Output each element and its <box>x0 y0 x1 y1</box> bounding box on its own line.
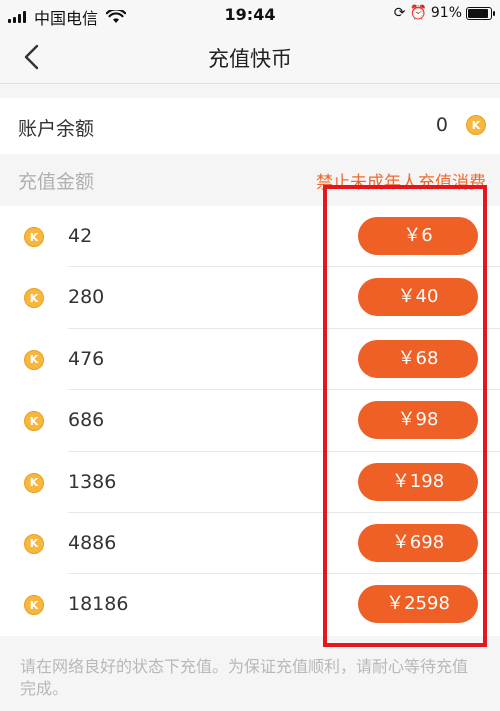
coin-icon: K <box>24 411 44 432</box>
page-title: 充值快币 <box>208 47 292 71</box>
balance-value: 0 <box>435 114 448 136</box>
coin-amount: 42 <box>68 225 93 247</box>
price-button[interactable]: ￥98 <box>358 401 478 440</box>
package-item: K 4886 ￥698 <box>0 513 500 575</box>
coin-icon: K <box>24 595 44 616</box>
nav-bar: 充值快币 <box>0 30 500 84</box>
package-item: K 42 ￥6 <box>0 206 500 268</box>
package-item: K 18186 ￥2598 <box>0 574 500 635</box>
package-item: K 1386 ￥198 <box>0 452 500 513</box>
alarm-icon: ⏰ <box>409 5 427 21</box>
coin-icon: K <box>24 533 44 554</box>
package-list: K 42 ￥6 K 280 ￥40 K 476 ￥68 K 686 ￥98 K … <box>0 206 500 636</box>
coin-icon: K <box>24 349 44 370</box>
coin-amount: 1386 <box>68 470 117 493</box>
orientation-lock-icon: ⟳ <box>393 5 406 21</box>
recharge-amount-label: 充值金额 <box>18 171 95 193</box>
coin-icon: K <box>466 115 486 135</box>
coin-amount: 4886 <box>68 531 117 554</box>
status-bar: 中国电信 19:44 ⟳ ⏰ 91% <box>0 0 500 30</box>
price-button[interactable]: ￥40 <box>358 278 478 317</box>
balance-row: 账户余额 0 K <box>0 98 500 154</box>
coin-icon: K <box>24 227 44 247</box>
package-item: K 280 ￥40 <box>0 267 500 329</box>
coin-icon: K <box>24 288 44 309</box>
battery-percent: 91% <box>430 5 462 21</box>
coin-amount: 280 <box>68 286 105 309</box>
price-button[interactable]: ￥198 <box>358 462 478 501</box>
package-item: K 476 ￥68 <box>0 329 500 391</box>
coin-icon: K <box>24 472 44 493</box>
balance-label: 账户余额 <box>18 118 95 140</box>
price-button[interactable]: ￥2598 <box>358 585 478 624</box>
package-item: K 686 ￥98 <box>0 390 500 452</box>
recharge-section-header: 充值金额 禁止未成年人充值消费 <box>0 154 500 206</box>
battery-icon <box>466 6 495 20</box>
coin-amount: 18186 <box>68 593 129 616</box>
price-button[interactable]: ￥698 <box>358 523 478 562</box>
price-button[interactable]: ￥6 <box>358 217 478 255</box>
coin-amount: 476 <box>68 347 105 370</box>
status-right: ⟳ ⏰ 91% <box>390 5 495 21</box>
coin-amount: 686 <box>68 409 105 432</box>
price-button[interactable]: ￥68 <box>358 339 478 378</box>
footer-note: 请在网络良好的状态下充值。为保证充值顺利，请耐心等待充值完成。 <box>20 657 469 698</box>
minor-warning-text: 禁止未成年人充值消费 <box>316 173 486 193</box>
